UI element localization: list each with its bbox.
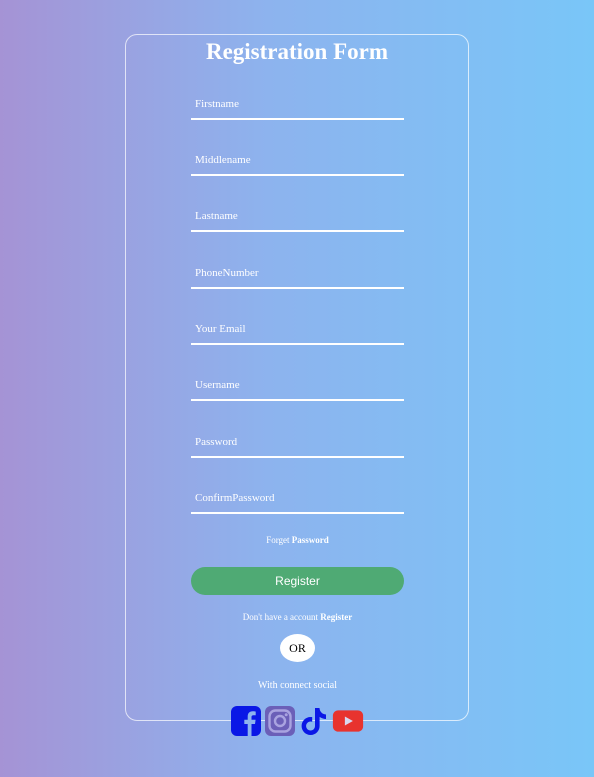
social-icons (230, 704, 364, 738)
username-input[interactable] (191, 371, 404, 399)
phone-number-field[interactable] (191, 259, 404, 289)
confirm-password-input[interactable] (191, 484, 404, 512)
social-caption: With connect social (257, 680, 337, 691)
or-badge: OR (280, 634, 315, 662)
email-input[interactable] (191, 315, 404, 343)
register-button[interactable]: Register (191, 567, 404, 595)
confirm-password-field[interactable] (191, 484, 404, 514)
forget-password-link[interactable]: Password (292, 535, 329, 545)
account-label: Don't have a account (242, 612, 319, 622)
middlename-field[interactable] (191, 146, 404, 176)
firstname-field[interactable] (191, 90, 404, 120)
register-link[interactable]: Register (320, 612, 352, 622)
phone-number-input[interactable] (191, 259, 404, 287)
account-prompt: Don't have a account Register (191, 612, 404, 622)
middlename-input[interactable] (191, 146, 404, 174)
email-field[interactable] (191, 315, 404, 345)
youtube-icon[interactable] (332, 705, 364, 737)
lastname-field[interactable] (191, 202, 404, 232)
tiktok-icon[interactable] (298, 705, 330, 737)
forget-password-text: Forget Password (191, 535, 404, 545)
facebook-icon[interactable] (230, 705, 262, 737)
firstname-input[interactable] (191, 90, 404, 118)
lastname-input[interactable] (191, 202, 404, 230)
password-field[interactable] (191, 428, 404, 458)
instagram-icon[interactable] (264, 705, 296, 737)
forget-label: Forget (266, 535, 290, 545)
username-field[interactable] (191, 371, 404, 401)
password-input[interactable] (191, 428, 404, 456)
form-title: Registration Form (205, 39, 389, 64)
